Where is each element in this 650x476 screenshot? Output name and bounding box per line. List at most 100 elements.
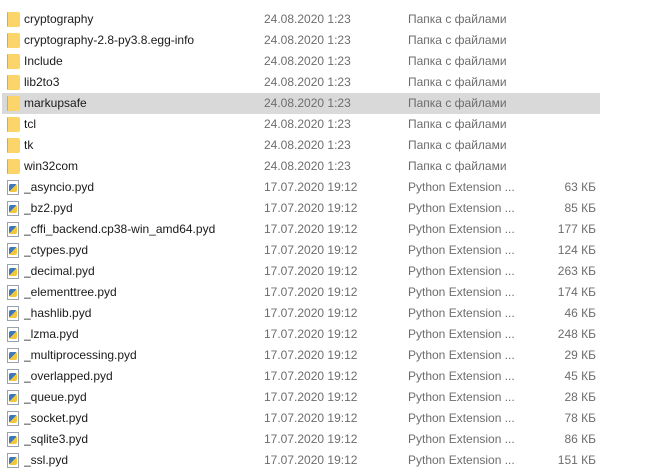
file-type: Папка с файлами: [408, 75, 507, 89]
pyd-icon: [7, 390, 19, 405]
file-row[interactable]: _decimal.pyd 17.07.2020 19:12 Python Exten…: [2, 261, 600, 282]
date-modified: 24.08.2020 1:23: [264, 54, 351, 68]
file-row[interactable]: _asyncio.pyd 17.07.2020 19:12 Python Exten…: [2, 177, 600, 198]
folder-row[interactable]: Include 24.08.2020 1:23 Папка с файлами: [2, 51, 600, 72]
file-name: _lzma.pyd: [24, 327, 79, 341]
file-type: Python Extension ...: [408, 180, 515, 194]
row-icon-cell: [4, 219, 22, 240]
pyd-icon: [7, 327, 19, 342]
file-type: Python Extension ...: [408, 243, 515, 257]
file-row[interactable]: _elementtree.pyd 17.07.2020 19:12 Python E…: [2, 282, 600, 303]
file-name: _bz2.pyd: [24, 201, 73, 215]
file-row[interactable]: _sqlite3.pyd 17.07.2020 19:12 Python Exten…: [2, 429, 600, 450]
pyd-icon: [7, 264, 19, 279]
file-row[interactable]: _overlapped.pyd 17.07.2020 19:12 Python Ex…: [2, 366, 600, 387]
row-icon-cell: [4, 93, 22, 114]
file-size: 174 КБ: [557, 285, 596, 299]
file-size: [528, 93, 596, 114]
file-name: _socket.pyd: [24, 411, 89, 425]
file-row[interactable]: _cffi_backend.cp38-win_amd64.pyd 17.07.20…: [2, 219, 600, 240]
row-icon-cell: [4, 177, 22, 198]
file-size: 263 КБ: [557, 264, 596, 278]
file-row[interactable]: _ctypes.pyd 17.07.2020 19:12 Python Extens…: [2, 240, 600, 261]
file-type: Python Extension ...: [408, 222, 515, 236]
file-name: _overlapped.pyd: [24, 369, 113, 383]
pyd-icon: [7, 306, 19, 321]
file-name: markupsafe: [24, 96, 87, 110]
file-row[interactable]: _socket.pyd 17.07.2020 19:12 Python Extens…: [2, 408, 600, 429]
date-modified: 24.08.2020 1:23: [264, 117, 351, 131]
folder-icon: [6, 54, 20, 69]
date-modified: 17.07.2020 19:12: [264, 369, 358, 383]
file-name: _decimal.pyd: [24, 264, 95, 278]
file-row[interactable]: _queue.pyd 17.07.2020 19:12 Python Extensi…: [2, 387, 600, 408]
file-type: Python Extension ...: [408, 411, 515, 425]
file-name: _hashlib.pyd: [24, 306, 92, 320]
folder-row[interactable]: tk 24.08.2020 1:23 Папка с файлами: [2, 135, 600, 156]
file-name: tk: [24, 138, 34, 152]
row-icon-cell: [4, 345, 22, 366]
folder-icon: [6, 117, 20, 132]
date-modified: 17.07.2020 19:12: [264, 180, 358, 194]
date-modified: 17.07.2020 19:12: [264, 264, 358, 278]
folder-row[interactable]: markupsafe 24.08.2020 1:23 Папка с файлами: [2, 93, 600, 114]
date-modified: 24.08.2020 1:23: [264, 12, 351, 26]
row-icon-cell: [4, 240, 22, 261]
file-type: Папка с файлами: [408, 54, 507, 68]
file-name: win32com: [24, 159, 79, 173]
row-icon-cell: [4, 366, 22, 387]
date-modified: 17.07.2020 19:12: [264, 390, 358, 404]
folder-icon: [6, 12, 20, 27]
folder-row[interactable]: tcl 24.08.2020 1:23 Папка с файлами: [2, 114, 600, 135]
folder-row[interactable]: lib2to3 24.08.2020 1:23 Папка с файлами: [2, 72, 600, 93]
file-name: _asyncio.pyd: [24, 180, 95, 194]
date-modified: 17.07.2020 19:12: [264, 432, 358, 446]
folder-icon: [6, 33, 20, 48]
file-type: Python Extension ...: [408, 453, 515, 467]
row-icon-cell: [4, 282, 22, 303]
file-row[interactable]: _ssl.pyd 17.07.2020 19:12 Python Extension…: [2, 450, 600, 471]
file-row[interactable]: _bz2.pyd 17.07.2020 19:12 Python Extension…: [2, 198, 600, 219]
file-name: _multiprocessing.pyd: [24, 348, 137, 362]
file-type: Python Extension ...: [408, 201, 515, 215]
file-type: Папка с файлами: [408, 12, 507, 26]
file-type: Папка с файлами: [408, 159, 507, 173]
file-size: 85 КБ: [564, 201, 596, 215]
row-icon-cell: [4, 114, 22, 135]
row-icon-cell: [4, 408, 22, 429]
file-row[interactable]: _lzma.pyd 17.07.2020 19:12 Python Extensio…: [2, 324, 600, 345]
date-modified: 24.08.2020 1:23: [264, 75, 351, 89]
file-row[interactable]: _multiprocessing.pyd 17.07.2020 19:12 Pyth…: [2, 345, 600, 366]
folder-row[interactable]: cryptography 24.08.2020 1:23 Папка с файла…: [2, 9, 600, 30]
row-icon-cell: [4, 72, 22, 93]
folder-icon: [6, 138, 20, 153]
pyd-icon: [7, 222, 19, 237]
date-modified: 24.08.2020 1:23: [264, 159, 351, 173]
file-size: [528, 9, 596, 30]
row-icon-cell: [4, 9, 22, 30]
row-icon-cell: [4, 30, 22, 51]
file-type: Python Extension ...: [408, 348, 515, 362]
file-name: _sqlite3.pyd: [24, 432, 89, 446]
file-size: 86 КБ: [564, 432, 596, 446]
file-name: cryptography: [24, 12, 94, 26]
date-modified: 17.07.2020 19:12: [264, 201, 358, 215]
date-modified: 24.08.2020 1:23: [264, 138, 351, 152]
date-modified: 17.07.2020 19:12: [264, 243, 358, 257]
date-modified: 24.08.2020 1:23: [264, 33, 351, 47]
file-size: 28 КБ: [564, 390, 596, 404]
row-icon-cell: [4, 387, 22, 408]
date-modified: 17.07.2020 19:12: [264, 285, 358, 299]
folder-icon: [6, 96, 20, 111]
file-row[interactable]: _hashlib.pyd 17.07.2020 19:12 Python Exten…: [2, 303, 600, 324]
file-size: [528, 72, 596, 93]
file-name: _queue.pyd: [24, 390, 87, 404]
folder-row[interactable]: cryptography-2.8-py3.8.egg-info 24.08.202…: [2, 30, 600, 51]
folder-row[interactable]: win32com 24.08.2020 1:23 Папка с файлами: [2, 156, 600, 177]
file-type: Python Extension ...: [408, 306, 515, 320]
file-type: Python Extension ...: [408, 327, 515, 341]
file-name: Include: [24, 54, 63, 68]
row-icon-cell: [4, 156, 22, 177]
file-type: Python Extension ...: [408, 264, 515, 278]
file-type: Python Extension ...: [408, 285, 515, 299]
